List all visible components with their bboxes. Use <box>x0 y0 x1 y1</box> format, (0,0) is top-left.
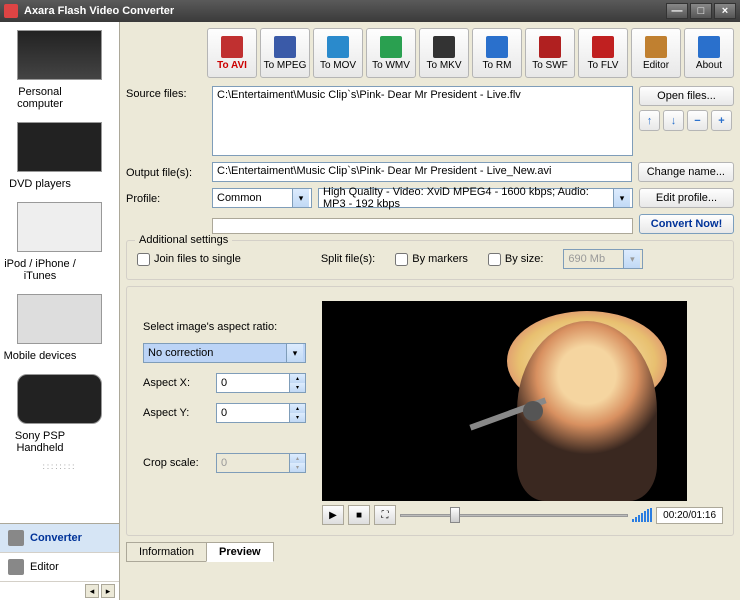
profile-label: Profile: <box>126 191 206 205</box>
edit-profile-button[interactable]: Edit profile... <box>639 188 734 208</box>
editor-icon <box>8 559 24 575</box>
format-toolbar: To AVITo MPEGTo MOVTo WMVTo MKVTo RMTo S… <box>126 28 734 78</box>
format-icon <box>433 36 455 58</box>
move-up-button[interactable]: ↑ <box>639 110 660 131</box>
bymarkers-checkbox[interactable]: By markers <box>395 253 468 266</box>
profile-category-select[interactable]: Common <box>212 188 312 208</box>
change-name-button[interactable]: Change name... <box>638 162 734 182</box>
minimize-button[interactable]: — <box>666 3 688 19</box>
device-pc[interactable]: Personal computer <box>0 26 119 118</box>
toolbar-to-avi[interactable]: To AVI <box>207 28 257 78</box>
scroll-right[interactable]: ▸ <box>101 584 115 598</box>
device-dvd[interactable]: DVD players <box>0 118 119 198</box>
convert-button[interactable]: Convert Now! <box>639 214 734 234</box>
bysize-checkbox[interactable]: By size: <box>488 253 544 266</box>
aspect-label: Select image's aspect ratio: <box>143 321 306 333</box>
format-icon <box>592 36 614 58</box>
toolbar-to-mov[interactable]: To MOV <box>313 28 363 78</box>
volume-indicator[interactable] <box>632 508 652 522</box>
preview-group: Select image's aspect ratio: No correcti… <box>126 286 734 536</box>
time-display: 00:20/01:16 <box>656 507 723 524</box>
profile-select[interactable]: High Quality - Video: XviD MPEG4 - 1600 … <box>318 188 633 208</box>
format-icon <box>486 36 508 58</box>
progress-bar <box>212 218 633 234</box>
close-button[interactable]: × <box>714 3 736 19</box>
format-icon <box>221 36 243 58</box>
scroll-left[interactable]: ◂ <box>85 584 99 598</box>
format-icon <box>698 36 720 58</box>
additional-settings-group: Additional settings Join files to single… <box>126 240 734 280</box>
output-file-field[interactable]: C:\Entertaiment\Music Clip`s\Pink- Dear … <box>212 162 632 182</box>
info-tabs: Information Preview <box>126 542 734 562</box>
main-panel: To AVITo MPEGTo MOVTo WMVTo MKVTo RMTo S… <box>120 22 740 600</box>
toolbar-editor[interactable]: Editor <box>631 28 681 78</box>
tab-converter[interactable]: Converter <box>0 524 119 553</box>
app-icon <box>4 4 18 18</box>
sidebar-tabs: Converter Editor <box>0 523 119 582</box>
titlebar: Axara Flash Video Converter — □ × <box>0 0 740 22</box>
stop-button[interactable]: ■ <box>348 505 370 525</box>
play-button[interactable]: ▶ <box>322 505 344 525</box>
seek-slider[interactable] <box>400 505 628 525</box>
window-title: Axara Flash Video Converter <box>24 5 664 17</box>
sidebar: Personal computer DVD players iPod / iPh… <box>0 22 120 600</box>
join-checkbox[interactable]: Join files to single <box>137 253 241 266</box>
format-icon <box>380 36 402 58</box>
move-down-button[interactable]: ↓ <box>663 110 684 131</box>
crop-input: 0▴▾ <box>216 453 306 473</box>
source-label: Source files: <box>126 86 206 100</box>
format-icon <box>539 36 561 58</box>
output-label: Output file(s): <box>126 165 206 179</box>
toolbar-to-wmv[interactable]: To WMV <box>366 28 416 78</box>
aspecty-input[interactable]: 0▴▾ <box>216 403 306 423</box>
format-icon <box>645 36 667 58</box>
device-mobile[interactable]: Mobile devices <box>0 290 119 370</box>
video-preview <box>322 301 687 501</box>
tab-information[interactable]: Information <box>126 542 207 562</box>
format-icon <box>327 36 349 58</box>
device-psp[interactable]: Sony PSP Handheld <box>0 370 119 462</box>
toolbar-to-swf[interactable]: To SWF <box>525 28 575 78</box>
device-ipod[interactable]: iPod / iPhone / iTunes <box>0 198 119 290</box>
format-icon <box>274 36 296 58</box>
toolbar-to-rm[interactable]: To RM <box>472 28 522 78</box>
aspectx-input[interactable]: 0▴▾ <box>216 373 306 393</box>
size-select: 690 Mb <box>563 249 643 269</box>
add-button[interactable]: + <box>711 110 732 131</box>
maximize-button[interactable]: □ <box>690 3 712 19</box>
split-label: Split file(s): <box>321 253 375 265</box>
toolbar-to-mpeg[interactable]: To MPEG <box>260 28 310 78</box>
device-list: Personal computer DVD players iPod / iPh… <box>0 22 119 523</box>
toolbar-to-flv[interactable]: To FLV <box>578 28 628 78</box>
toolbar-to-mkv[interactable]: To MKV <box>419 28 469 78</box>
source-files-list[interactable]: C:\Entertaiment\Music Clip`s\Pink- Dear … <box>212 86 633 156</box>
tab-preview[interactable]: Preview <box>206 542 274 562</box>
fullscreen-button[interactable]: ⛶ <box>374 505 396 525</box>
open-files-button[interactable]: Open files... <box>639 86 734 106</box>
more-indicator: :::::::: <box>0 462 119 471</box>
aspect-select[interactable]: No correction <box>143 343 306 363</box>
toolbar-about[interactable]: About <box>684 28 734 78</box>
remove-button[interactable]: − <box>687 110 708 131</box>
tab-editor[interactable]: Editor <box>0 553 119 582</box>
converter-icon <box>8 530 24 546</box>
